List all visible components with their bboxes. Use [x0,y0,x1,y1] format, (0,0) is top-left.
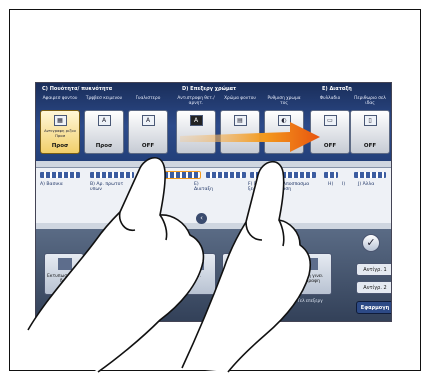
booklet-value: OFF [323,143,337,149]
strip-segment-f [250,172,270,178]
col-label-glossy: Γυαλιστερο [135,96,161,101]
duplex-icon [246,258,260,270]
finishing-button[interactable]: Να μη γινει συρραφη [288,253,332,295]
background-color-button[interactable]: ▤ [220,110,260,154]
proof-print-text: Εκτυπωσ δειγ./δοκ [47,274,81,284]
apply-button[interactable]: Εφαρμογη [356,301,391,314]
negative-positive-icon: A [189,115,203,126]
strip-segment-a [40,172,80,178]
auto-icon [190,258,204,270]
strip-label-quality[interactable]: C) Ποιοτ ητα [140,182,160,192]
proof-print-button[interactable]: Εκτυπωσ δειγ./δοκ [44,253,84,295]
col-label-text-enhance: Τρφβεσ κειμενου [85,96,123,101]
col-label-background-color: Χρώμα φοντου [224,96,256,101]
col-label-color-adjust: Ρυθμιση χρωμα τος [267,96,301,106]
glossy-button[interactable]: A OFF [128,110,168,154]
print-icon [106,258,120,270]
duplex-button[interactable]: Υπο. + 1 δια [222,253,282,295]
function-header: C) Πουότητα/ πυκνότητα D) Επεξεργ χρώματ… [36,83,391,161]
section-c-title: C) Πουότητα/ πυκνότητα [42,86,113,92]
background-removal-sub: Αντιγραφη ριζου Προσ [44,128,76,138]
chevron-left-icon[interactable]: ‹ [196,213,207,224]
page-margin-icon: ▯ [363,115,377,126]
strip-label-layout[interactable]: E) Διαταξη [194,182,216,192]
finishing-label: Τελ επεξεργ [297,298,323,303]
strip-label-other[interactable]: J) Άλλα [358,182,386,187]
col-label-background-removal: Αφαιρεσ φοντου [42,96,78,101]
background-removal-button[interactable]: ▦ Αντιγραφη ριζου Προσ Προσ [40,110,80,154]
print-button[interactable] [92,253,132,295]
strip-label-basic[interactable]: A) Βασικα [40,182,63,187]
strip-segment-g [276,172,316,178]
booklet-icon: ▭ [323,115,337,126]
proof-print-icon [58,258,72,270]
finishing-text: Να μη γινει συρραφη [297,274,323,284]
col-label-booklet: Φυλλαδιο [319,96,341,101]
text-enhance-icon: A [97,115,111,126]
quick-settings-bar: Εκτυπωσ δειγ./δοκ Τυπος πρωτ Δ.. εκτυπωσ… [36,229,391,321]
strip-label-h[interactable]: H) [328,182,333,187]
background-removal-value: Προσ [51,143,69,149]
function-index-strip[interactable]: A) Βασικα B) Αρ. πρωτοτ υπων C) Ποιοτ ητ… [36,167,391,223]
col-label-negative-positive: Αντιστροφη θετ./ αρνητ. [177,96,215,106]
auto-button[interactable]: Αυτ. [176,253,216,295]
text-enhance-value: Προσ [95,143,113,149]
proof-print-label: Τυπος πρωτ [51,298,77,303]
checkmark-icon[interactable]: ✓ [362,234,380,252]
strip-segment-b [90,172,134,178]
section-d-title: D) Επεξεργ χρώματ [182,86,237,92]
finishing-icon [304,258,318,270]
col-label-page-margin: Περιθωριο σελ ιδας [354,96,386,106]
page-margin-value: OFF [363,143,377,149]
strip-segment-c [139,171,201,179]
copy-2-button[interactable]: Αντίγρ. 2 [356,281,391,294]
strip-segment-j [354,172,386,178]
background-removal-icon: ▦ [53,115,67,126]
background-color-icon: ▤ [233,115,247,126]
strip-label-i[interactable]: I) [342,182,345,187]
color-adjust-icon: ◐ [277,115,291,126]
glossy-icon: A [141,115,155,126]
text-enhance-button[interactable]: A Προσ [84,110,124,154]
auto-text: Αυτ. [191,274,201,279]
section-e-title: E) Διαταξη [322,86,352,92]
color-adjust-button[interactable]: ◐ [264,110,304,154]
print-label: Δ.. εκτυπωσ [99,298,125,303]
negative-positive-button[interactable]: A [176,110,216,154]
copy-1-button[interactable]: Αντίγρ. 1 [356,263,391,276]
copier-control-panel: C) Πουότητα/ πυκνότητα D) Επεξεργ χρώματ… [35,82,392,322]
booklet-button[interactable]: ▭ OFF [310,110,350,154]
glossy-value: OFF [141,143,155,149]
page-margin-button[interactable]: ▯ OFF [350,110,390,154]
duplex-text: Υπο. + 1 δια [238,274,266,279]
strip-label-combine[interactable]: G) Αποσπασμα Ενωση [276,182,316,192]
strip-segment-e [206,172,246,178]
strip-label-originals[interactable]: B) Αρ. πρωτοτ υπων [90,182,130,192]
duplex-label: Διπλής όψης Συνδυασμος [225,298,279,303]
strip-label-processing[interactable]: F) Επε ξεργ. [248,182,268,192]
strip-segment-h [324,172,338,178]
